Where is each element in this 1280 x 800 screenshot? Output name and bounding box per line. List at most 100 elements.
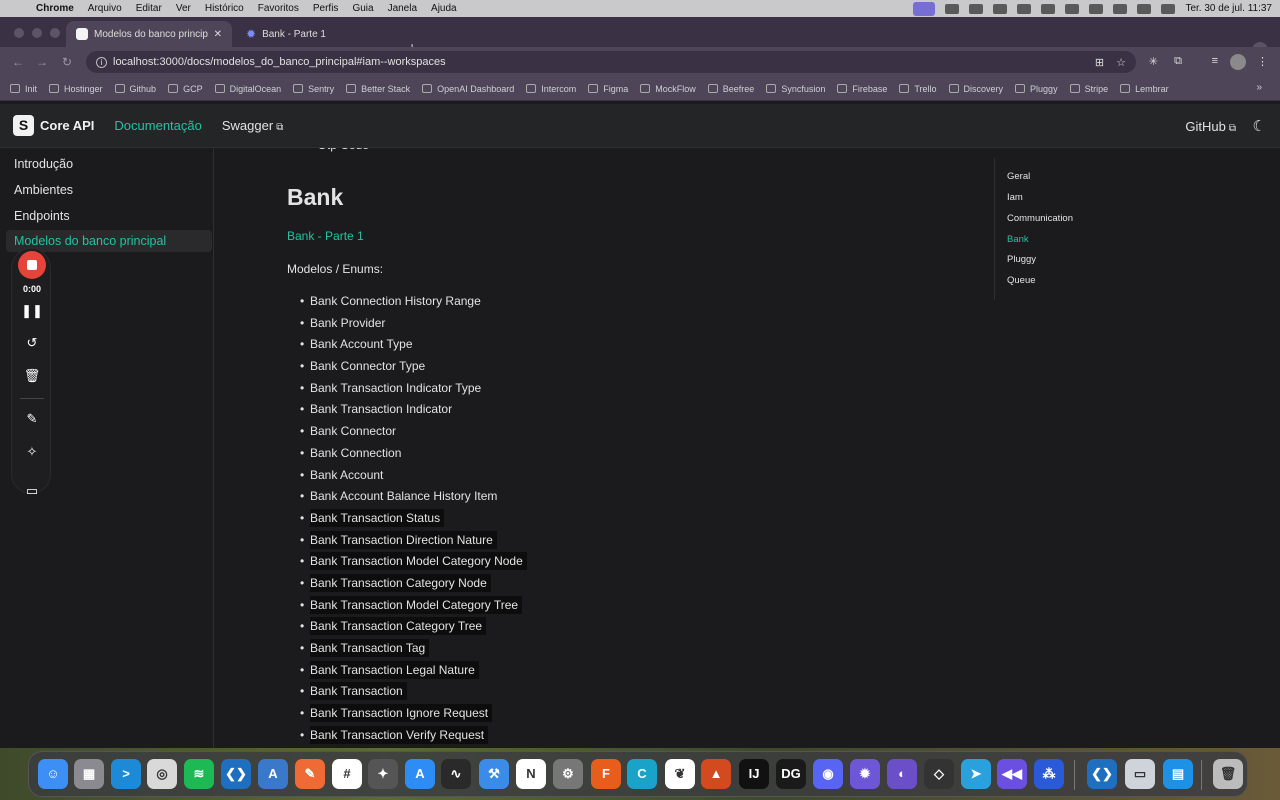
spotify-icon[interactable]: ≋ [184,759,214,789]
menu-historico[interactable]: Histórico [205,3,244,14]
bookmark-firebase[interactable]: Firebase [837,84,887,94]
stop-recording-button[interactable] [18,251,46,279]
bookmark-hostinger[interactable]: Hostinger [49,84,103,94]
logo-icon[interactable]: S [13,115,34,136]
bookmark-sentry[interactable]: Sentry [293,84,334,94]
goose-icon[interactable]: ✦ [368,759,398,789]
extension-icon[interactable]: ✳ [1149,55,1158,68]
unity-icon[interactable]: ◇ [924,759,954,789]
docker-icon[interactable]: ▤ [1163,759,1193,789]
bookmark-figma[interactable]: Figma [588,84,628,94]
menu-editar[interactable]: Editar [136,3,162,14]
chrome-menu-icon[interactable]: ⋮ [1257,55,1268,68]
intellij-icon[interactable]: IJ [739,759,769,789]
restart-icon[interactable]: ↺ [12,335,52,351]
vpn-icon[interactable] [1017,3,1032,14]
rewind-icon[interactable]: ◀◀ [997,759,1027,789]
reading-list-icon[interactable]: ≡ [1212,55,1218,67]
xcode-icon[interactable]: ⚒ [479,759,509,789]
trash-icon[interactable]: 🗑 [12,368,52,384]
cursor-icon[interactable]: C [627,759,657,789]
menu-ajuda[interactable]: Ajuda [431,3,457,14]
datagrip-icon[interactable]: DG [776,759,806,789]
menu-janela[interactable]: Janela [388,3,417,14]
battery-icon[interactable] [1065,3,1080,14]
screen-app-icon[interactable]: ▭ [1125,759,1155,789]
vscode-insiders-icon[interactable]: ❮❯ [1087,759,1117,789]
system-settings-icon[interactable]: ⚙ [553,759,583,789]
control-center-icon[interactable] [1137,3,1152,14]
site-info-icon[interactable]: i [96,56,107,68]
chrome-icon[interactable]: ◎ [147,759,177,789]
magic-wand-icon[interactable]: ✧ [12,444,52,460]
tab-bank-parte-1[interactable]: ✹ Bank - Parte 1 [236,21,402,47]
close-tab-icon[interactable]: ✕ [214,29,222,40]
toc-item-queue[interactable]: Queue [1007,275,1036,286]
translate-icon[interactable]: ⊞ [1095,56,1104,69]
spotlight-search-icon[interactable] [1113,3,1128,14]
brand-title[interactable]: Core API [40,118,94,133]
reload-icon[interactable]: ↻ [62,55,72,69]
app-status-icon[interactable] [945,3,960,14]
forward-arrow-icon[interactable]: → [36,55,48,69]
wifi-icon[interactable] [1089,3,1104,14]
network-app-icon[interactable]: ⁂ [1034,759,1064,789]
launchpad-icon[interactable]: ▦ [74,759,104,789]
bookmark-github[interactable]: Github [114,84,156,94]
toc-item-geral[interactable]: Geral [1007,171,1030,182]
sidebar-item-ambientes[interactable]: Ambientes [6,179,212,201]
bookmark-intercom[interactable]: Intercom [526,84,576,94]
fusion-icon[interactable]: F [591,759,621,789]
back-arrow-icon[interactable]: ← [12,55,24,69]
settings-gear-icon[interactable]: ✹ [850,759,880,789]
nav-swagger[interactable]: Swagger ⧉ [222,118,283,133]
telegram-icon[interactable]: ➤ [961,759,991,789]
profile-avatar[interactable] [1230,54,1246,70]
sidebar-item-introducao[interactable]: Introdução [6,153,212,175]
proton-icon[interactable]: ◐ [887,759,917,789]
matlab-icon[interactable]: ▲ [701,759,731,789]
mongodb-icon[interactable]: ❦ [665,759,695,789]
menu-arquivo[interactable]: Arquivo [88,3,122,14]
terminal-icon[interactable]: > [111,759,141,789]
bookmark-discovery[interactable]: Discovery [948,84,1003,94]
bookmark-lembrar[interactable]: Lembrar [1120,84,1169,94]
address-bar[interactable]: i localhost:3000/docs/modelos_do_banco_p… [86,51,1136,73]
bookmark-better-stack[interactable]: Better Stack [346,84,410,94]
finder-icon[interactable]: ☺ [38,759,68,789]
bookmark-openai-dashboard[interactable]: OpenAI Dashboard [422,84,514,94]
bookmark-beefree[interactable]: Beefree [707,84,754,94]
menu-favoritos[interactable]: Favoritos [258,3,299,14]
discord-icon[interactable]: ◉ [813,759,843,789]
screen-recorder-status-icon[interactable] [913,1,936,16]
bookmark-mockflow[interactable]: MockFlow [640,84,696,94]
activity-monitor-icon[interactable]: ∿ [441,759,471,789]
nav-documentacao[interactable]: Documentação [114,118,201,133]
dark-mode-moon-icon[interactable]: ☾ [1253,117,1266,135]
camera-icon[interactable]: ▭ [12,483,52,495]
menubar-clock[interactable]: Ter. 30 de jul. 11:37 [1185,3,1272,14]
vscode-icon[interactable]: ❮❯ [221,759,251,789]
tab-modelos-do-banco[interactable]: Modelos do banco principal | ✕ [66,21,232,47]
toc-item-bank[interactable]: Bank [1007,234,1029,245]
bookmark-trello[interactable]: Trello [899,84,937,94]
bookmark-syncfusion[interactable]: Syncfusion [766,84,825,94]
pencil-app-icon[interactable]: ✎ [295,759,325,789]
menu-guia[interactable]: Guia [352,3,373,14]
close-window-button[interactable] [14,28,24,38]
slack-icon[interactable]: # [332,759,362,789]
display-icon[interactable] [993,3,1008,14]
puzzle-extensions-icon[interactable]: ⧉ [1174,55,1182,68]
menu-perfis[interactable]: Perfis [313,3,339,14]
zoom-window-button[interactable] [50,28,60,38]
brightness-icon[interactable] [969,3,984,14]
bookmark-digitalocean[interactable]: DigitalOcean [214,84,281,94]
bookmark-gcp[interactable]: GCP [168,84,203,94]
bookmark-init[interactable]: Init [10,84,37,94]
url-text[interactable]: localhost:3000/docs/modelos_do_banco_pri… [113,56,446,68]
pen-icon[interactable]: ✎ [12,411,52,427]
more-bookmarks-icon[interactable]: » [1256,82,1262,93]
siri-icon[interactable] [1161,3,1176,14]
link-bank-parte-1[interactable]: Bank - Parte 1 [287,229,364,243]
nav-github[interactable]: GitHub ⧉ [1185,119,1236,134]
